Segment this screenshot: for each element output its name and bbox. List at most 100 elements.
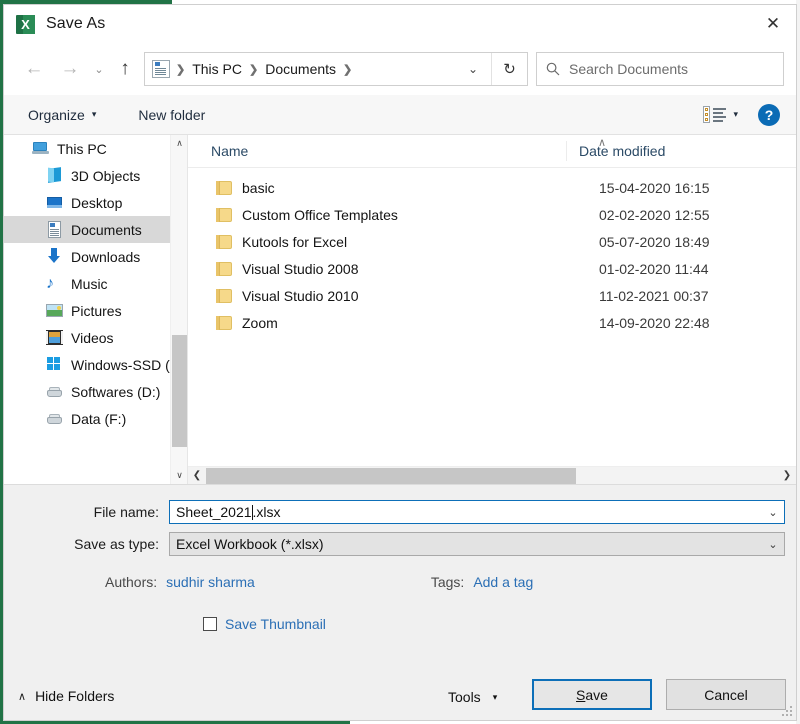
recent-locations-button[interactable]: ⌄ (88, 52, 110, 86)
sidebar-item-videos[interactable]: Videos (4, 324, 187, 351)
horizontal-scroll-track[interactable] (206, 467, 778, 485)
file-row[interactable]: Kutools for Excel 05-07-2020 18:49 (188, 228, 796, 255)
file-list-horizontal-scrollbar[interactable]: ❮ ❯ (188, 466, 796, 484)
chevron-down-icon[interactable]: ⌄ (455, 53, 491, 85)
tags-label: Tags: (430, 574, 465, 590)
breadcrumb-documents[interactable]: Documents (260, 61, 341, 77)
save-button-label: Save (576, 686, 608, 703)
sidebar-item-label: Pictures (71, 302, 122, 319)
file-row[interactable]: Zoom 14-09-2020 22:48 (188, 309, 796, 336)
file-row[interactable]: basic 15-04-2020 16:15 (188, 174, 796, 201)
column-headers: Name Date modified ∧ (188, 135, 796, 168)
back-button[interactable]: ← (16, 52, 52, 86)
toolbar-right-group: ▾ ? (703, 103, 780, 126)
videos-icon (46, 329, 63, 346)
search-input[interactable]: Search Documents (536, 52, 784, 86)
sidebar-item-music[interactable]: ♪ Music (4, 270, 187, 297)
file-row[interactable]: Custom Office Templates 02-02-2020 12:55 (188, 201, 796, 228)
tags-add-link[interactable]: Add a tag (473, 574, 533, 590)
drive-icon (46, 383, 63, 400)
file-date-cell: 14-09-2020 22:48 (599, 314, 710, 331)
sidebar-item-desktop[interactable]: Desktop (4, 189, 187, 216)
search-placeholder: Search Documents (569, 61, 689, 77)
save-thumbnail-checkbox[interactable] (203, 617, 217, 631)
address-bar[interactable]: ❯ This PC ❯ Documents ❯ ⌄ ↻ (144, 52, 528, 86)
folder-icon (216, 180, 232, 195)
drive-icon (46, 410, 63, 427)
save-thumbnail-row: Save Thumbnail (4, 590, 796, 632)
sidebar-scrollbar-thumb[interactable] (172, 335, 187, 447)
sidebar-item-pictures[interactable]: Pictures (4, 297, 187, 324)
save-as-dialog: X Save As ✕ ← → ⌄ ↑ ❯ This PC ❯ Document… (3, 4, 797, 721)
forward-button[interactable]: → (52, 52, 88, 86)
horizontal-scrollbar-thumb[interactable] (206, 467, 576, 484)
save-button[interactable]: Save (532, 679, 652, 710)
save-form: File name: Sheet_2021 .xlsx ⌄ Save as typ… (4, 484, 796, 720)
sort-ascending-icon: ∧ (598, 137, 607, 149)
sidebar-item-label: Data (F:) (71, 410, 127, 427)
cancel-button[interactable]: Cancel (666, 679, 786, 710)
help-button[interactable]: ? (758, 103, 780, 126)
file-date-cell: 05-07-2020 18:49 (599, 233, 710, 250)
file-row[interactable]: Visual Studio 2008 01-02-2020 11:44 (188, 255, 796, 282)
sidebar-item-label: Music (71, 275, 108, 292)
chevron-right-icon[interactable]: ❯ (341, 63, 354, 76)
sidebar-item-3d-objects[interactable]: 3D Objects (4, 162, 187, 189)
documents-icon (152, 60, 170, 78)
file-name-cell: Custom Office Templates (242, 206, 398, 223)
cancel-button-label: Cancel (704, 686, 748, 703)
sidebar-item-data-f[interactable]: Data (F:) (4, 405, 187, 432)
file-rows-container: basic 15-04-2020 16:15 Custom Office Templ… (188, 168, 796, 466)
save-thumbnail-label[interactable]: Save Thumbnail (225, 616, 326, 632)
documents-icon (46, 221, 63, 238)
change-view-icon[interactable] (703, 105, 727, 125)
chevron-down-icon[interactable]: ⌄ (762, 501, 784, 523)
file-name-cell: Zoom (242, 314, 278, 331)
tools-button[interactable]: Tools ▾ (448, 689, 497, 705)
new-folder-button[interactable]: New folder (130, 103, 213, 127)
organize-button[interactable]: Organize ▾ (20, 103, 104, 127)
sidebar-item-windows-ssd-c[interactable]: Windows-SSD (C (4, 351, 187, 378)
column-header-name[interactable]: Name (188, 143, 566, 159)
pictures-icon (46, 302, 63, 319)
breadcrumb-this-pc[interactable]: This PC (187, 61, 247, 77)
folder-icon (216, 207, 232, 222)
refresh-icon[interactable]: ↻ (491, 53, 527, 85)
scroll-down-icon[interactable]: ∨ (171, 467, 187, 484)
dialog-title: Save As (46, 15, 106, 32)
authors-value[interactable]: sudhir sharma (166, 574, 255, 590)
chevron-down-icon[interactable]: ⌄ (762, 533, 784, 555)
file-name-cell: Visual Studio 2008 (242, 260, 359, 277)
sidebar-scrollbar[interactable]: ∧ ∨ (170, 135, 187, 484)
close-icon[interactable]: ✕ (750, 5, 796, 43)
view-options-chevron-icon[interactable]: ▾ (729, 109, 748, 120)
sidebar-item-softwares-d[interactable]: Softwares (D:) (4, 378, 187, 405)
save-as-type-select[interactable]: Excel Workbook (*.xlsx) ⌄ (169, 532, 785, 556)
folder-icon (216, 234, 232, 249)
music-icon: ♪ (46, 275, 54, 292)
navigation-bar: ← → ⌄ ↑ ❯ This PC ❯ Documents ❯ ⌄ ↻ Sear… (4, 43, 796, 95)
folder-icon (216, 315, 232, 330)
sidebar-item-downloads[interactable]: Downloads (4, 243, 187, 270)
chevron-up-icon: ∧ (18, 690, 27, 703)
scroll-right-icon[interactable]: ❯ (778, 467, 796, 485)
hide-folders-button[interactable]: ∧ Hide Folders (18, 688, 114, 704)
resize-grip[interactable] (782, 706, 794, 718)
scroll-left-icon[interactable]: ❮ (188, 467, 206, 485)
chevron-right-icon[interactable]: ❯ (247, 63, 260, 76)
sidebar-item-this-pc[interactable]: This PC (4, 135, 187, 162)
file-row[interactable]: Visual Studio 2010 11-02-2021 00:37 (188, 282, 796, 309)
desktop-icon (46, 194, 63, 211)
excel-icon: X (16, 14, 36, 34)
save-as-type-value: Excel Workbook (*.xlsx) (176, 536, 324, 552)
pc-icon (32, 140, 49, 157)
command-toolbar: Organize ▾ New folder ▾ ? (4, 95, 796, 135)
file-name-input[interactable]: Sheet_2021 .xlsx ⌄ (169, 500, 785, 524)
sidebar-item-label: 3D Objects (71, 167, 141, 184)
scroll-up-icon[interactable]: ∧ (171, 135, 187, 152)
sidebar-item-label: Windows-SSD (C (71, 356, 180, 373)
sidebar-item-documents[interactable]: Documents (4, 216, 187, 243)
file-date-cell: 01-02-2020 11:44 (599, 260, 709, 277)
up-one-level-button[interactable]: ↑ (110, 52, 140, 86)
file-date-cell: 11-02-2021 00:37 (599, 287, 709, 304)
